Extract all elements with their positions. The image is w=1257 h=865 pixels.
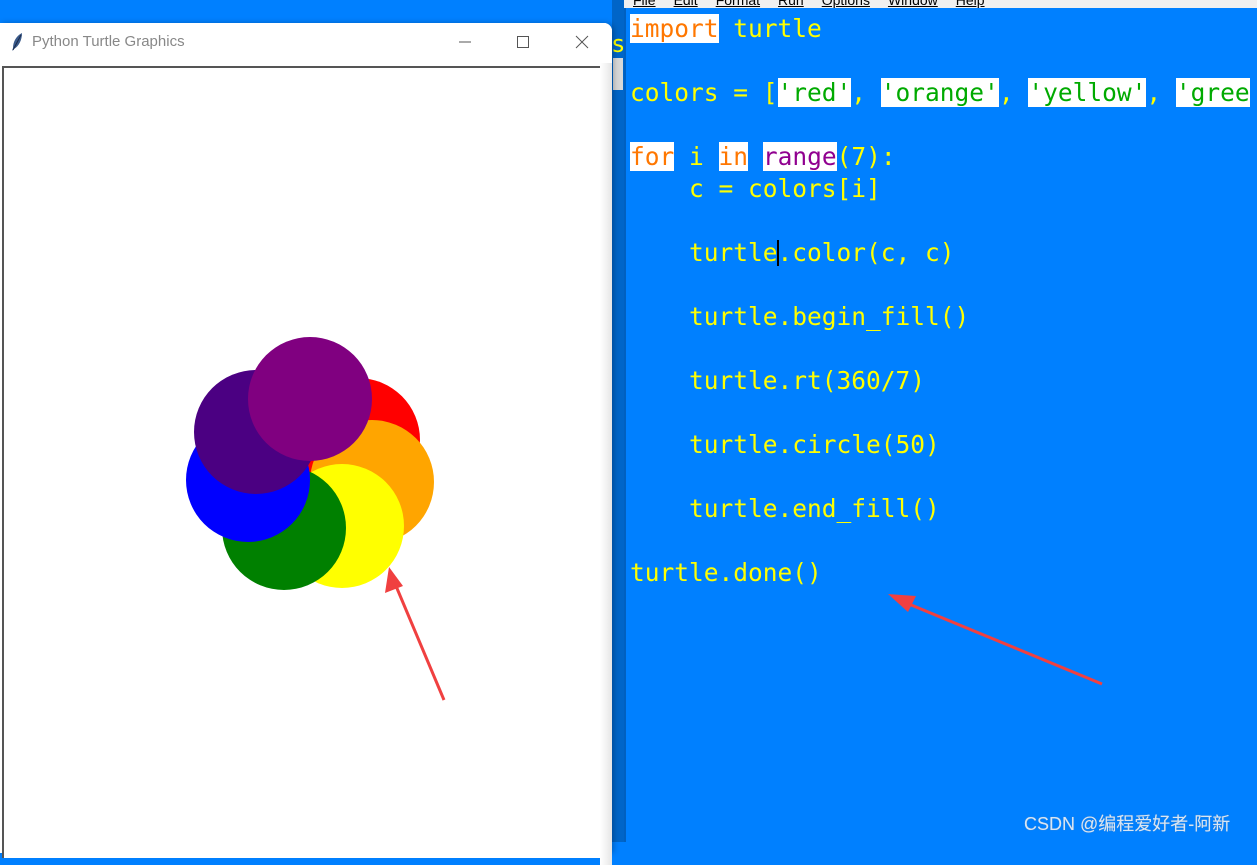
- maximize-button[interactable]: [494, 23, 552, 61]
- minimize-button[interactable]: [436, 23, 494, 61]
- turtle-graphics-window: Python Turtle Graphics: [0, 23, 612, 865]
- feather-icon: [12, 33, 22, 51]
- scrollbar-thumb[interactable]: [613, 58, 623, 90]
- close-button[interactable]: [553, 23, 611, 61]
- annotation-arrow-editor: [888, 594, 1103, 686]
- minimize-icon: [459, 41, 471, 43]
- background-text-fragment: s: [611, 30, 626, 58]
- close-icon: [575, 35, 589, 49]
- turtle-canvas[interactable]: [4, 68, 608, 855]
- idle-editor-window: File Edit Format Run Options Window Help impor…: [624, 0, 1257, 842]
- window-edge-shadow: [600, 63, 612, 865]
- watermark: CSDN @编程爱好者-阿新: [1024, 814, 1231, 834]
- annotation-arrow-shaft: [394, 585, 446, 701]
- arrow-head: [888, 594, 916, 612]
- arrow-shaft: [903, 600, 1103, 686]
- maximize-icon: [517, 36, 529, 48]
- window-title: Python Turtle Graphics: [32, 33, 185, 50]
- window-titlebar[interactable]: Python Turtle Graphics: [0, 23, 612, 61]
- background-window-edge: [612, 0, 624, 842]
- circle-purple: [248, 337, 372, 461]
- annotation-arrow-head: [385, 567, 403, 593]
